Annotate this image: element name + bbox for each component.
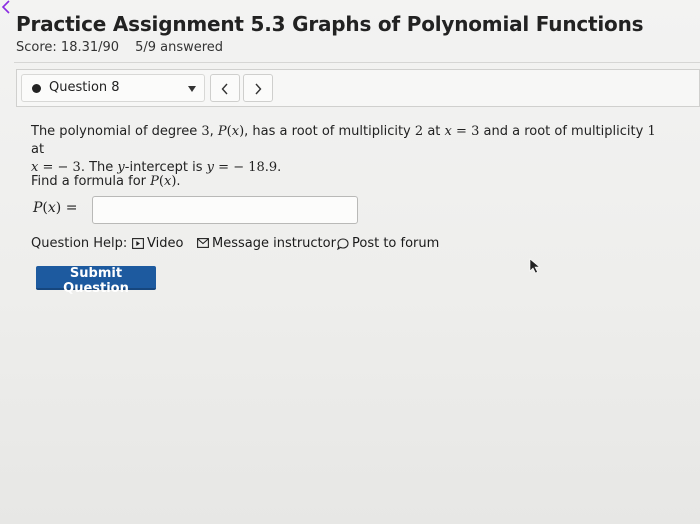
filled-dot-icon xyxy=(32,84,41,93)
video-icon xyxy=(132,238,144,249)
answer-label: P(x) = xyxy=(33,200,78,216)
question-select-label: Question 8 xyxy=(49,80,120,95)
score-text: Score: 18.31/90 xyxy=(16,40,120,55)
speech-bubble-icon xyxy=(337,238,349,250)
score-line: Score: 18.31/90 5/9 answered xyxy=(16,40,223,55)
chevron-left-icon xyxy=(221,83,228,95)
question-nav-bar: Question 8 xyxy=(16,69,700,107)
question-help-label: Question Help: xyxy=(31,236,128,251)
back-chevron-icon[interactable] xyxy=(0,0,14,14)
chevron-right-icon xyxy=(255,83,262,95)
submit-question-button[interactable]: Submit Question xyxy=(36,266,156,296)
caret-down-icon xyxy=(188,86,196,92)
header-divider xyxy=(14,62,700,63)
question-select[interactable]: Question 8 xyxy=(21,74,205,102)
find-formula-prompt: Find a formula for P(x). xyxy=(31,174,181,189)
answered-count: 5/9 answered xyxy=(135,40,224,55)
mouse-pointer-icon xyxy=(529,258,541,274)
answer-input[interactable] xyxy=(92,196,358,224)
previous-question-button[interactable] xyxy=(210,74,240,102)
question-text: The polynomial of degree 3, P(x), has a … xyxy=(31,124,656,175)
envelope-icon xyxy=(197,238,209,248)
next-question-button[interactable] xyxy=(243,74,273,102)
page-title: Practice Assignment 5.3 Graphs of Polyno… xyxy=(16,12,644,36)
